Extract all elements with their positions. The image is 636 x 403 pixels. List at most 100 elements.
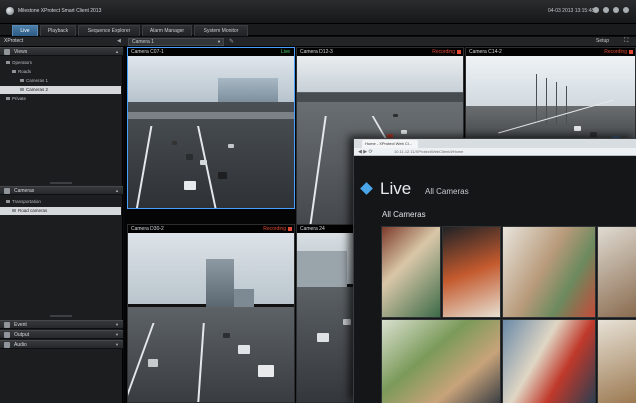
camera-title-bar: Camera D12-3 Recording xyxy=(297,48,463,56)
tree-item-operators[interactable]: Operators xyxy=(0,59,121,67)
chevron-up-icon: ▲ xyxy=(115,49,119,54)
tree-item-cameras-1[interactable]: Cameras 1 xyxy=(0,77,121,85)
title-bar-icons xyxy=(593,7,629,13)
camera-status: Live xyxy=(280,49,290,55)
views-icon xyxy=(4,49,10,55)
web-client-content: Live All Cameras All Cameras xyxy=(354,156,636,403)
back-forward-icon[interactable]: ◀ ▶ ⟳ xyxy=(358,149,373,155)
milestone-logo-icon xyxy=(6,7,14,15)
audio-panel-header[interactable]: Audio ▼ xyxy=(0,340,123,349)
chevron-down-icon: ▼ xyxy=(115,332,119,337)
title-bar: Milestone XProtect Smart Client 2013 04-… xyxy=(0,0,636,24)
camera-tile[interactable]: Camera C14-2 Recording xyxy=(465,47,636,147)
tree-item-roads[interactable]: Roads xyxy=(0,68,121,76)
view-icon xyxy=(20,79,24,83)
camera-feed xyxy=(128,56,294,208)
view-select-value: Camera 1 xyxy=(132,39,154,45)
store-camera-thumbnail[interactable] xyxy=(502,226,596,318)
store-camera-thumbnail[interactable] xyxy=(597,319,636,403)
tree-item-label: Private xyxy=(12,96,27,101)
fullscreen-icon[interactable]: ⛶ xyxy=(624,38,628,45)
store-camera-thumbnail[interactable] xyxy=(597,226,636,318)
camera-title-bar: Camera C14-2 Recording xyxy=(466,48,635,56)
tab-system-monitor[interactable]: System Monitor xyxy=(194,25,248,36)
folder-icon xyxy=(6,200,10,204)
cameras-header-label: Cameras xyxy=(14,188,35,194)
store-camera-thumbnail[interactable] xyxy=(381,226,441,318)
chevron-down-icon: ▼ xyxy=(115,322,119,327)
chevron-down-icon: ▼ xyxy=(217,39,221,44)
camera-name: Camera D12-3 xyxy=(300,49,333,55)
tab-sequence-explorer[interactable]: Sequence Explorer xyxy=(78,25,140,36)
clock: 04-03 2013 13:15:48 xyxy=(548,8,595,14)
wrench-icon[interactable]: ✎ xyxy=(229,38,234,45)
camera-tile[interactable]: Camera D30-2 Recording xyxy=(127,224,295,403)
chevron-down-icon: ▼ xyxy=(115,342,119,347)
tree-item-label: Cameras 2 xyxy=(26,87,49,92)
camera-feed xyxy=(128,233,294,402)
live-logo-icon xyxy=(360,182,373,195)
settings-icon[interactable] xyxy=(603,7,609,13)
minimize-icon[interactable] xyxy=(613,7,619,13)
tree-item-label: Operators xyxy=(12,60,33,65)
window-title: Milestone XProtect Smart Client 2013 xyxy=(18,8,102,14)
camera-name: Camera 24 xyxy=(300,226,325,232)
sidebar: Views ▲ Operators Roads Cameras 1 Camera… xyxy=(0,47,123,403)
tab-live[interactable]: Live xyxy=(12,25,38,36)
camera-title-bar: Camera D30-2 Recording xyxy=(128,225,294,233)
tree-item-transportation[interactable]: Transportation xyxy=(0,198,121,206)
audio-header-label: Audio xyxy=(14,342,27,348)
view-select[interactable]: Camera 1 ▼ xyxy=(128,38,224,46)
camera-title-bar: Camera C07-1 Live xyxy=(128,48,294,56)
folder-icon xyxy=(12,70,16,74)
help-icon[interactable] xyxy=(593,7,599,13)
tree-item-private[interactable]: Private xyxy=(0,95,121,103)
tab-playback[interactable]: Playback xyxy=(40,25,76,36)
camera-tile[interactable]: Camera C07-1 Live xyxy=(127,47,295,209)
views-panel-header[interactable]: Views ▲ xyxy=(0,47,123,56)
resize-grip[interactable] xyxy=(50,182,72,184)
browser-tab[interactable]: Home - XProtect Web Cl... xyxy=(362,140,418,148)
cameras-panel-header[interactable]: Cameras ▲ xyxy=(0,186,123,195)
output-panel-header[interactable]: Output ▼ xyxy=(0,330,123,339)
brand-label: XProtect xyxy=(4,38,24,44)
camera-name: Camera C07-1 xyxy=(131,49,164,55)
store-camera-thumbnail[interactable] xyxy=(502,319,596,403)
camera-name: Camera D30-2 xyxy=(131,226,164,232)
browser-tab-strip: Home - XProtect Web Cl... xyxy=(354,139,636,148)
setup-button[interactable]: Setup xyxy=(596,38,609,44)
camera-icon xyxy=(4,188,10,194)
recording-indicator-icon xyxy=(288,227,292,231)
url-text: 10.11.12.11/XProtectWebClient/#Home xyxy=(394,149,464,154)
views-header-label: Views xyxy=(14,49,28,55)
recording-indicator-icon xyxy=(629,50,633,54)
camera-status: Recording xyxy=(604,49,627,55)
camera-status: Recording xyxy=(432,49,455,55)
main-tabs: Live Playback Sequence Explorer Alarm Ma… xyxy=(0,24,636,36)
camera-status: Recording xyxy=(263,226,286,232)
tree-item-road-cameras[interactable]: Road cameras xyxy=(0,207,121,215)
close-icon[interactable] xyxy=(623,7,629,13)
collapse-panel-icon[interactable]: ◀ xyxy=(117,38,121,44)
store-camera-thumbnail[interactable] xyxy=(442,226,501,318)
page-subtitle: All Cameras xyxy=(425,187,469,196)
view-icon xyxy=(20,88,24,92)
tree-item-cameras-2[interactable]: Cameras 2 xyxy=(0,86,121,94)
store-camera-thumbnail[interactable] xyxy=(381,319,501,403)
event-panel-header[interactable]: Event ▼ xyxy=(0,320,123,329)
recording-indicator-icon xyxy=(457,50,461,54)
chevron-up-icon: ▲ xyxy=(115,188,119,193)
tree-item-label: Cameras 1 xyxy=(26,78,49,83)
web-client-window[interactable]: Home - XProtect Web Cl... ◀ ▶ ⟳ 10.11.12… xyxy=(353,138,636,403)
folder-icon xyxy=(6,61,10,65)
address-bar[interactable]: ◀ ▶ ⟳ 10.11.12.11/XProtectWebClient/#Hom… xyxy=(354,148,636,156)
section-title: All Cameras xyxy=(382,210,426,219)
tab-alarm-manager[interactable]: Alarm Manager xyxy=(142,25,192,36)
output-icon xyxy=(4,332,10,338)
tree-item-label: Transportation xyxy=(12,199,41,204)
output-header-label: Output xyxy=(14,332,30,338)
resize-grip[interactable] xyxy=(50,315,72,317)
event-icon xyxy=(4,322,10,328)
tree-item-label: Road cameras xyxy=(18,208,48,213)
camera-name: Camera C14-2 xyxy=(469,49,502,55)
